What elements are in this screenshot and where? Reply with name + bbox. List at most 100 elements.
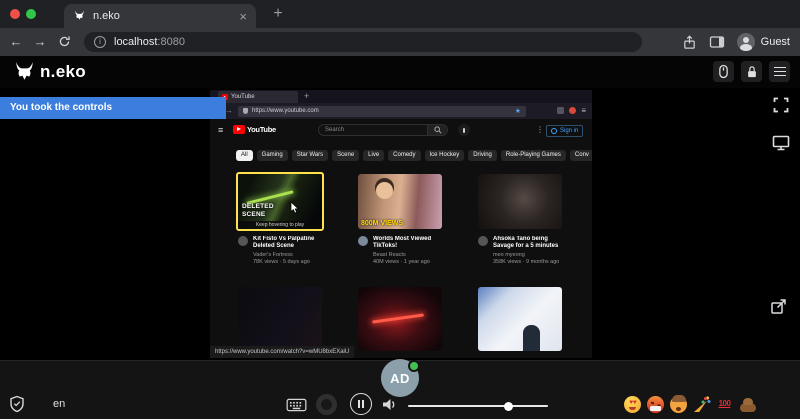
new-tab-button[interactable]: + [266, 3, 290, 25]
video-meta: 40M views · 1 year ago [373, 259, 445, 266]
pause-icon [362, 400, 364, 408]
forward-button[interactable]: → [30, 34, 50, 49]
yt-chip[interactable]: Conv [570, 150, 592, 161]
yt-mic-button[interactable] [458, 124, 470, 136]
pause-button[interactable] [350, 393, 372, 415]
external-link-icon [770, 298, 787, 315]
volume-button[interactable] [381, 397, 397, 412]
back-button[interactable]: ← [6, 34, 26, 49]
remote-url-text: https://www.youtube.com [252, 108, 319, 114]
connection-shield-button[interactable] [9, 395, 25, 413]
control-toggle-button[interactable] [316, 394, 337, 415]
video-title[interactable]: Worlds Most Viewed TikToks! [373, 236, 445, 250]
remote-browser-tab[interactable]: YouTube [218, 91, 298, 103]
video-card[interactable]: DELETED SCENE Keep hovering to play Kit … [238, 174, 350, 231]
yt-chip[interactable]: Star Wars [292, 150, 328, 161]
video-thumbnail[interactable] [478, 174, 562, 229]
channel-avatar[interactable] [358, 236, 368, 246]
video-title[interactable]: Kit Fisto Vs Palpatine Deleted Scene [253, 236, 325, 250]
video-card[interactable]: 800M VIEWS Worlds Most Viewed TikToks! B… [358, 174, 470, 229]
yt-search-button[interactable] [427, 125, 447, 135]
emoji-party-popper-button[interactable] [693, 396, 710, 413]
window-close-button[interactable] [10, 9, 20, 19]
video-text: Kit Fisto Vs Palpatine Deleted Scene Vad… [253, 236, 325, 265]
extension-icon[interactable] [557, 107, 564, 114]
browser-tab-strip: n.eko × + [0, 0, 800, 28]
yt-chip[interactable]: Comedy [388, 150, 420, 161]
channel-avatar[interactable] [238, 236, 248, 246]
emoji-poop-button[interactable] [739, 396, 756, 413]
cursor-icon [290, 202, 300, 214]
emoji-hundred-points-button[interactable]: 100 [716, 396, 733, 413]
language-button[interactable]: en [53, 398, 65, 410]
tab-title: n.eko [93, 10, 232, 22]
remote-menu-icon[interactable]: ≡ [581, 107, 586, 115]
display-button[interactable] [772, 134, 790, 151]
video-card[interactable]: Ahsoka Tano being Savage for a 5 minutes… [478, 174, 590, 229]
yt-chip[interactable]: All [236, 150, 253, 161]
video-thumbnail[interactable]: 800M VIEWS [358, 174, 442, 229]
video-thumbnail[interactable] [358, 287, 442, 351]
emoji-bar: 100 [624, 396, 756, 413]
keyboard-button[interactable] [286, 398, 307, 412]
bottom-control-bar: AD en 100 [0, 360, 800, 419]
remote-nav-icons: ≡ [557, 107, 586, 115]
yt-signin-button[interactable]: Sign in [546, 125, 583, 137]
remote-forward-icon[interactable]: → [225, 106, 233, 115]
bookmark-star-icon[interactable]: ★ [515, 108, 521, 115]
signin-person-icon [551, 128, 557, 134]
site-info-icon[interactable]: i [94, 36, 106, 48]
neko-app-window: n.eko × + ← → i localhost :8080 Guest [0, 0, 800, 419]
yt-logo[interactable]: YouTube [233, 125, 276, 134]
shield-icon [9, 395, 25, 413]
yt-search-box[interactable]: Search [318, 124, 448, 136]
profile-button[interactable]: Guest [737, 33, 790, 51]
video-title[interactable]: Ahsoka Tano being Savage for a 5 minutes… [493, 236, 565, 250]
window-maximize-button[interactable] [26, 9, 36, 19]
reload-button[interactable] [58, 35, 71, 48]
fullscreen-button[interactable] [772, 96, 790, 114]
volume-slider[interactable] [408, 405, 548, 407]
yt-chip[interactable]: Ice Hockey [425, 150, 465, 161]
remote-new-tab-button[interactable]: + [304, 91, 309, 101]
controls-notification: You took the controls [0, 97, 226, 119]
online-status-dot [408, 360, 420, 372]
remote-url-bar[interactable]: https://www.youtube.com ★ [238, 106, 526, 117]
share-icon[interactable] [682, 35, 697, 50]
popout-button[interactable] [770, 298, 787, 315]
channel-avatar[interactable] [478, 236, 488, 246]
video-thumbnail[interactable] [478, 287, 562, 351]
emoji-heart-eyes-button[interactable] [624, 396, 641, 413]
youtube-page: ≡ YouTube Search ⋮ Sign in [210, 119, 592, 358]
yt-chip[interactable]: Driving [468, 150, 497, 161]
yt-chip[interactable]: Scene [332, 150, 359, 161]
search-icon [434, 126, 442, 134]
yt-search-placeholder: Search [319, 127, 427, 133]
yt-chip[interactable]: Role-Playing Games [501, 150, 566, 161]
yt-guide-icon[interactable]: ≡ [218, 126, 223, 135]
lock-button[interactable] [741, 61, 762, 82]
pause-icon [358, 400, 360, 408]
tab-close-icon[interactable]: × [239, 10, 247, 23]
mouse-control-button[interactable] [713, 61, 734, 82]
address-host: localhost [114, 36, 157, 48]
thumbnail-overlay-text: DELETED SCENE [242, 203, 276, 218]
yt-chip[interactable]: Gaming [257, 150, 288, 161]
emoji-mind-blown-button[interactable] [670, 396, 687, 413]
yt-kebab-icon[interactable]: ⋮ [536, 126, 544, 134]
menu-button[interactable] [769, 61, 790, 82]
speaker-icon [381, 397, 397, 412]
volume-slider-thumb[interactable] [504, 402, 513, 411]
address-bar[interactable]: i localhost :8080 [84, 32, 642, 52]
video-thumbnail[interactable] [238, 287, 322, 351]
emoji-swearing-button[interactable] [647, 396, 664, 413]
browser-tab[interactable]: n.eko × [64, 4, 256, 28]
remote-screen[interactable]: YouTube + ← → https://www.youtube.com ★ … [210, 90, 592, 358]
yt-chip[interactable]: Live [363, 150, 384, 161]
remote-nav-bar: ← → https://www.youtube.com ★ ≡ [210, 103, 592, 119]
neko-logo-icon [12, 61, 37, 84]
side-panel-icon[interactable] [709, 35, 725, 49]
video-thumbnail[interactable]: DELETED SCENE Keep hovering to play [236, 172, 324, 231]
guest-avatar-icon [737, 33, 755, 51]
notification-badge-icon[interactable] [569, 107, 576, 114]
